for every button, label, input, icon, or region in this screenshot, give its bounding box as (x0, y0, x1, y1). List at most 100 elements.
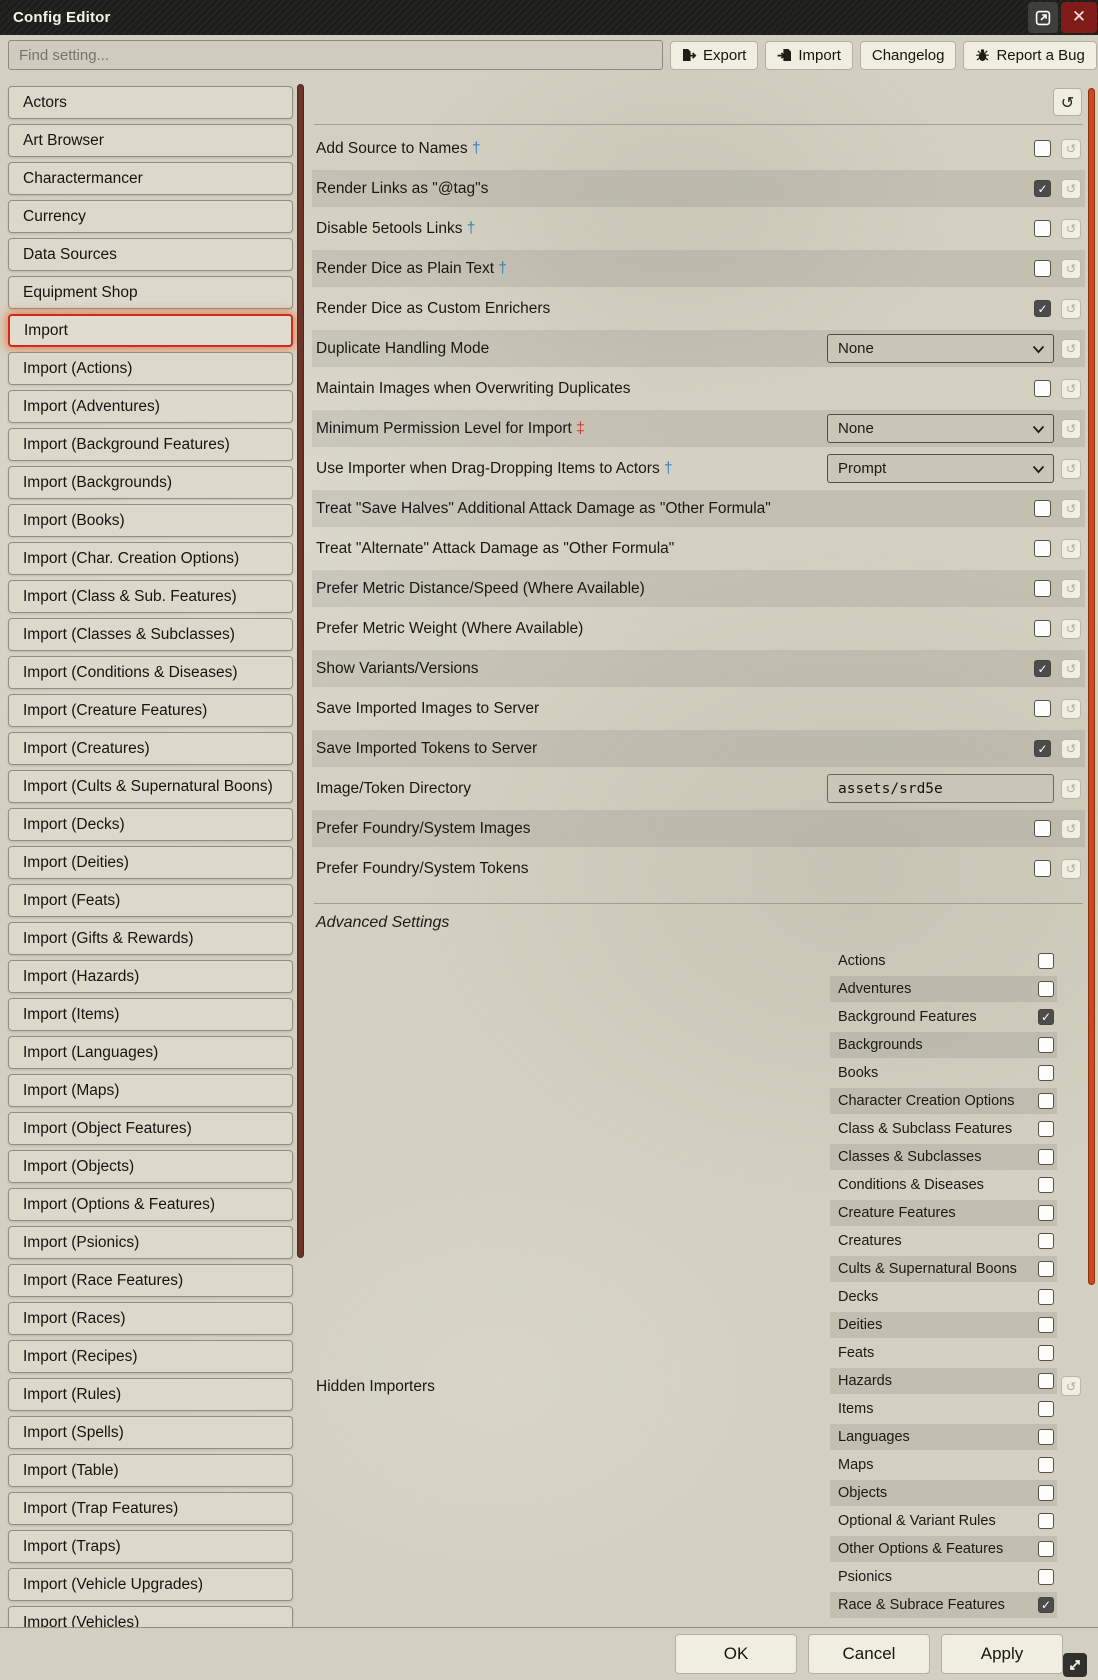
sidebar-item-import-creature-features[interactable]: Import (Creature Features) (8, 694, 293, 727)
sidebar-item-import-gifts-rewards[interactable]: Import (Gifts & Rewards) (8, 922, 293, 955)
checkbox-hidden-importer-items[interactable]: ✓ (1038, 1401, 1054, 1417)
checkbox-render-dice-as-plain-text[interactable]: ✓ (1034, 260, 1051, 277)
sidebar-item-import-object-features[interactable]: Import (Object Features) (8, 1112, 293, 1145)
checkbox-render-dice-as-custom-enrichers[interactable]: ✓ (1034, 300, 1051, 317)
sidebar-item-import-items[interactable]: Import (Items) (8, 998, 293, 1031)
sidebar-item-import-classes-subclasses[interactable]: Import (Classes & Subclasses) (8, 618, 293, 651)
search-input[interactable] (8, 40, 663, 70)
sidebar-item-import-rules[interactable]: Import (Rules) (8, 1378, 293, 1411)
sidebar-item-import-background-features[interactable]: Import (Background Features) (8, 428, 293, 461)
sidebar-item-import-recipes[interactable]: Import (Recipes) (8, 1340, 293, 1373)
sidebar-item-import-conditions-diseases[interactable]: Import (Conditions & Diseases) (8, 656, 293, 689)
checkbox-hidden-importer-maps[interactable]: ✓ (1038, 1457, 1054, 1473)
reset-add-source-to-names[interactable]: ↺ (1061, 139, 1081, 159)
sidebar-item-import-hazards[interactable]: Import (Hazards) (8, 960, 293, 993)
checkbox-hidden-importer-classes-subclasses[interactable]: ✓ (1038, 1149, 1054, 1165)
checkbox-hidden-importer-conditions-diseases[interactable]: ✓ (1038, 1177, 1054, 1193)
sidebar-item-art-browser[interactable]: Art Browser (8, 124, 293, 157)
sidebar-item-equipment-shop[interactable]: Equipment Shop (8, 276, 293, 309)
checkbox-hidden-importer-adventures[interactable]: ✓ (1038, 981, 1054, 997)
checkbox-hidden-importer-feats[interactable]: ✓ (1038, 1345, 1054, 1361)
sidebar-item-charactermancer[interactable]: Charactermancer (8, 162, 293, 195)
ok-button[interactable]: OK (675, 1634, 797, 1674)
changelog-button[interactable]: Changelog (860, 41, 957, 70)
checkbox-render-links-as-tag-s[interactable]: ✓ (1034, 180, 1051, 197)
select-use-importer-when-drag-dropping-items-to-actors[interactable]: Prompt (827, 454, 1054, 483)
sidebar-item-import-objects[interactable]: Import (Objects) (8, 1150, 293, 1183)
reset-render-links-as-tag-s[interactable]: ↺ (1061, 179, 1081, 199)
sidebar-item-import-table[interactable]: Import (Table) (8, 1454, 293, 1487)
report-bug-button[interactable]: Report a Bug (963, 41, 1096, 70)
checkbox-hidden-importer-creatures[interactable]: ✓ (1038, 1233, 1054, 1249)
checkbox-hidden-importer-cults-supernatural-boons[interactable]: ✓ (1038, 1261, 1054, 1277)
reset-prefer-foundry-system-images[interactable]: ↺ (1061, 819, 1081, 839)
sidebar-item-import-actions[interactable]: Import (Actions) (8, 352, 293, 385)
reset-image-token-directory[interactable]: ↺ (1061, 779, 1081, 799)
checkbox-maintain-images-when-overwriting-duplicates[interactable]: ✓ (1034, 380, 1051, 397)
reset-maintain-images-when-overwriting-duplicates[interactable]: ↺ (1061, 379, 1081, 399)
sidebar-scrollbar[interactable] (297, 84, 304, 1258)
reset-use-importer-when-drag-dropping-items-to-actors[interactable]: ↺ (1061, 459, 1081, 479)
sidebar-item-import-psionics[interactable]: Import (Psionics) (8, 1226, 293, 1259)
sidebar-item-import-deities[interactable]: Import (Deities) (8, 846, 293, 879)
sidebar-item-import-backgrounds[interactable]: Import (Backgrounds) (8, 466, 293, 499)
checkbox-hidden-importer-backgrounds[interactable]: ✓ (1038, 1037, 1054, 1053)
checkbox-hidden-importer-creature-features[interactable]: ✓ (1038, 1205, 1054, 1221)
sidebar-item-import-char-creation-options[interactable]: Import (Char. Creation Options) (8, 542, 293, 575)
checkbox-prefer-foundry-system-images[interactable]: ✓ (1034, 820, 1051, 837)
reset-save-imported-images-to-server[interactable]: ↺ (1061, 699, 1081, 719)
reset-render-dice-as-plain-text[interactable]: ↺ (1061, 259, 1081, 279)
sidebar-item-import-trap-features[interactable]: Import (Trap Features) (8, 1492, 293, 1525)
checkbox-hidden-importer-deities[interactable]: ✓ (1038, 1317, 1054, 1333)
sidebar-item-import-books[interactable]: Import (Books) (8, 504, 293, 537)
sidebar-item-import-traps[interactable]: Import (Traps) (8, 1530, 293, 1563)
reset-duplicate-handling-mode[interactable]: ↺ (1061, 339, 1081, 359)
sidebar-item-import-adventures[interactable]: Import (Adventures) (8, 390, 293, 423)
sidebar-item-import-races[interactable]: Import (Races) (8, 1302, 293, 1335)
checkbox-hidden-importer-race-subrace-features[interactable]: ✓ (1038, 1597, 1054, 1613)
reset-minimum-permission-level-for-import[interactable]: ↺ (1061, 419, 1081, 439)
popout-button[interactable] (1028, 2, 1058, 33)
reset-disable-5etools-links[interactable]: ↺ (1061, 219, 1081, 239)
checkbox-hidden-importer-hazards[interactable]: ✓ (1038, 1373, 1054, 1389)
reset-prefer-foundry-system-tokens[interactable]: ↺ (1061, 859, 1081, 879)
reset-treat-save-halves-additional-attack-damage-as-other-formula[interactable]: ↺ (1061, 499, 1081, 519)
checkbox-hidden-importer-psionics[interactable]: ✓ (1038, 1569, 1054, 1585)
checkbox-hidden-importer-background-features[interactable]: ✓ (1038, 1009, 1054, 1025)
sidebar-item-data-sources[interactable]: Data Sources (8, 238, 293, 271)
checkbox-prefer-metric-distance-speed-where-available[interactable]: ✓ (1034, 580, 1051, 597)
sidebar-item-import-maps[interactable]: Import (Maps) (8, 1074, 293, 1107)
checkbox-hidden-importer-books[interactable]: ✓ (1038, 1065, 1054, 1081)
checkbox-hidden-importer-languages[interactable]: ✓ (1038, 1429, 1054, 1445)
checkbox-hidden-importer-objects[interactable]: ✓ (1038, 1485, 1054, 1501)
sidebar-item-import-class-sub-features[interactable]: Import (Class & Sub. Features) (8, 580, 293, 613)
sidebar-item-import-feats[interactable]: Import (Feats) (8, 884, 293, 917)
hidden-importers-reset-button[interactable]: ↺ (1061, 1376, 1081, 1396)
sidebar-item-import-vehicles[interactable]: Import (Vehicles) (8, 1606, 293, 1627)
section-reset-button[interactable]: ↺ (1053, 88, 1082, 116)
select-duplicate-handling-mode[interactable]: None (827, 334, 1054, 363)
sidebar-item-import-vehicle-upgrades[interactable]: Import (Vehicle Upgrades) (8, 1568, 293, 1601)
content-scrollbar[interactable] (1088, 88, 1095, 1285)
select-minimum-permission-level-for-import[interactable]: None (827, 414, 1054, 443)
titlebar[interactable]: Config Editor ✕ (0, 0, 1098, 35)
checkbox-treat-save-halves-additional-attack-damage-as-other-formula[interactable]: ✓ (1034, 500, 1051, 517)
checkbox-hidden-importer-class-subclass-features[interactable]: ✓ (1038, 1121, 1054, 1137)
checkbox-prefer-metric-weight-where-available[interactable]: ✓ (1034, 620, 1051, 637)
sidebar-item-currency[interactable]: Currency (8, 200, 293, 233)
sidebar-item-import-languages[interactable]: Import (Languages) (8, 1036, 293, 1069)
reset-render-dice-as-custom-enrichers[interactable]: ↺ (1061, 299, 1081, 319)
sidebar-item-import[interactable]: Import (8, 314, 293, 347)
checkbox-prefer-foundry-system-tokens[interactable]: ✓ (1034, 860, 1051, 877)
checkbox-save-imported-images-to-server[interactable]: ✓ (1034, 700, 1051, 717)
checkbox-show-variants-versions[interactable]: ✓ (1034, 660, 1051, 677)
checkbox-hidden-importer-other-options-features[interactable]: ✓ (1038, 1541, 1054, 1557)
sidebar-item-import-spells[interactable]: Import (Spells) (8, 1416, 293, 1449)
reset-prefer-metric-distance-speed-where-available[interactable]: ↺ (1061, 579, 1081, 599)
sidebar-item-import-creatures[interactable]: Import (Creatures) (8, 732, 293, 765)
export-button[interactable]: Export (670, 41, 758, 70)
checkbox-hidden-importer-optional-variant-rules[interactable]: ✓ (1038, 1513, 1054, 1529)
reset-treat-alternate-attack-damage-as-other-formula[interactable]: ↺ (1061, 539, 1081, 559)
checkbox-hidden-importer-actions[interactable]: ✓ (1038, 953, 1054, 969)
sidebar-item-import-race-features[interactable]: Import (Race Features) (8, 1264, 293, 1297)
